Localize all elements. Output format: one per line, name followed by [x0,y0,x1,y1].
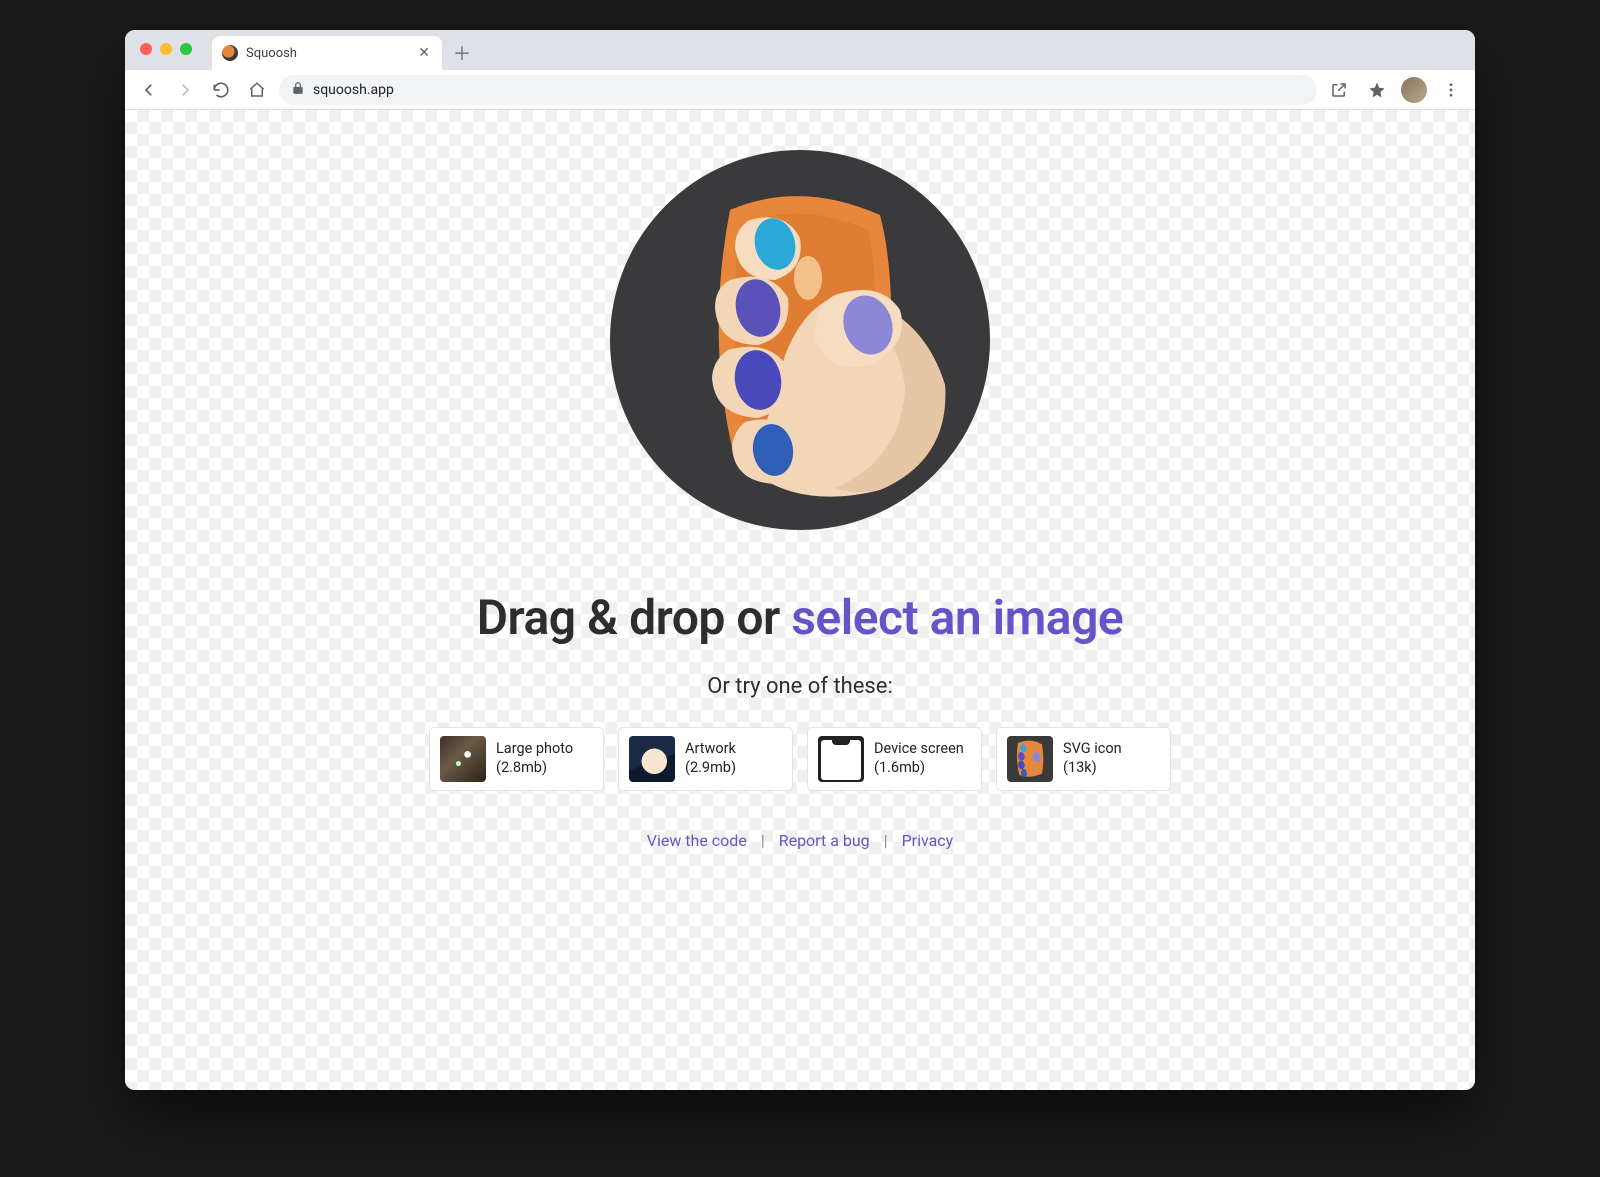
window-close-button[interactable] [140,43,152,55]
sample-thumb-icon [1007,736,1053,782]
browser-tab[interactable]: Squoosh ✕ [212,36,442,70]
sample-thumb-icon [440,736,486,782]
app-logo [600,140,1000,544]
browser-toolbar: squoosh.app [125,70,1475,110]
sample-size: (2.8mb) [496,759,573,778]
sample-name: SVG icon [1063,740,1122,759]
sample-thumb-icon [629,736,675,782]
tab-strip: Squoosh ✕ ＋ [125,30,1475,70]
footer-link-privacy[interactable]: Privacy [902,831,954,850]
sample-svg-icon[interactable]: SVG icon (13k) [996,727,1171,791]
back-button[interactable] [135,76,163,104]
tab-title: Squoosh [246,46,408,61]
tab-close-button[interactable]: ✕ [416,45,432,61]
arrow-right-icon [176,81,194,99]
sample-size: (2.9mb) [685,759,736,778]
sample-name: Artwork [685,740,736,759]
footer-link-code[interactable]: View the code [647,831,747,850]
separator: | [884,831,888,850]
forward-button[interactable] [171,76,199,104]
window-controls [140,43,192,55]
profile-avatar[interactable] [1401,77,1427,103]
browser-window: Squoosh ✕ ＋ squoosh.app [125,30,1475,1090]
page-content[interactable]: Drag & drop or select an image Or try on… [125,110,1475,1090]
headline-prefix: Drag & drop or [477,589,791,646]
window-maximize-button[interactable] [180,43,192,55]
home-icon [248,81,266,99]
kebab-icon [1442,81,1460,99]
separator: | [761,831,765,850]
sample-large-photo[interactable]: Large photo (2.8mb) [429,727,604,791]
sample-name: Device screen [874,740,964,759]
headline: Drag & drop or select an image [477,589,1123,646]
address-bar[interactable]: squoosh.app [279,75,1317,105]
bookmark-button[interactable] [1363,76,1391,104]
sample-name: Large photo [496,740,573,759]
sample-size: (1.6mb) [874,759,964,778]
browser-menu-button[interactable] [1437,76,1465,104]
home-button[interactable] [243,76,271,104]
reload-icon [212,81,230,99]
sample-device-screen[interactable]: Device screen (1.6mb) [807,727,982,791]
star-icon [1368,81,1386,99]
reload-button[interactable] [207,76,235,104]
sample-artwork[interactable]: Artwork (2.9mb) [618,727,793,791]
window-minimize-button[interactable] [160,43,172,55]
sample-images-row: Large photo (2.8mb) Artwork (2.9mb) Devi… [429,727,1171,791]
sample-size: (13k) [1063,759,1122,778]
subheading: Or try one of these: [707,674,893,699]
new-tab-button[interactable]: ＋ [448,39,476,67]
lock-icon [291,81,305,99]
sample-thumb-icon [818,736,864,782]
squoosh-logo-icon [600,140,1000,540]
footer-links: View the code | Report a bug | Privacy [647,831,954,850]
select-image-link[interactable]: select an image [791,589,1123,646]
open-external-button[interactable] [1325,76,1353,104]
arrow-left-icon [140,81,158,99]
favicon-icon [222,45,238,61]
footer-link-bug[interactable]: Report a bug [779,831,870,850]
url-text: squoosh.app [313,82,1305,98]
open-external-icon [1330,81,1348,99]
